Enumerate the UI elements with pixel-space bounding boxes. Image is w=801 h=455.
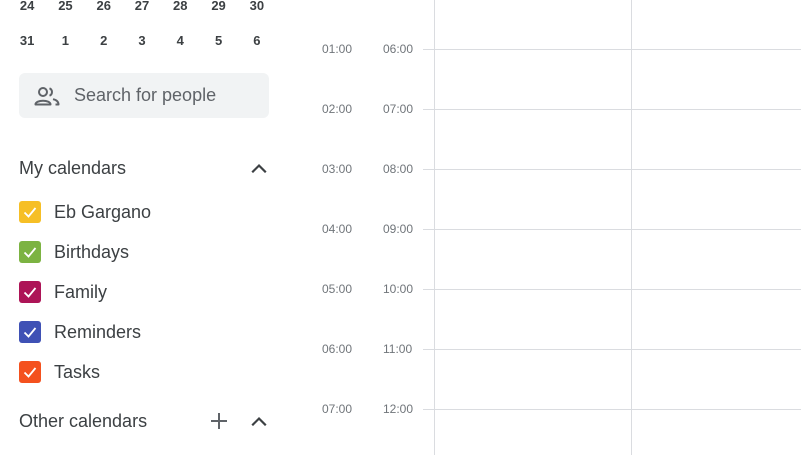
check-icon	[23, 207, 37, 218]
calendar-item-tasks[interactable]: Tasks	[19, 359, 100, 385]
mini-calendar-day[interactable]: 28	[161, 0, 199, 16]
other-calendars-title: Other calendars	[19, 410, 148, 431]
hour-gridline	[423, 229, 801, 230]
check-icon	[23, 247, 37, 258]
search-people-input[interactable]: Search for people	[19, 73, 269, 118]
checkbox[interactable]	[19, 281, 41, 303]
mini-calendar-week: 24 25 26 27 28 29 30	[8, 0, 276, 16]
mini-calendar-day[interactable]: 30	[238, 0, 276, 16]
calendar-item-label: Family	[54, 281, 107, 302]
mini-calendar-week: 31 1 2 3 4 5 6	[8, 31, 276, 51]
calendar-item-label: Tasks	[54, 361, 101, 382]
time-label-secondary: 12:00	[383, 402, 414, 416]
time-label-secondary: 09:00	[383, 222, 414, 236]
other-calendars-header[interactable]: Other calendars	[19, 406, 271, 436]
hour-gridline	[423, 109, 801, 110]
mini-calendar-day[interactable]: 27	[123, 0, 161, 16]
checkbox[interactable]	[19, 201, 41, 223]
plus-icon[interactable]	[207, 409, 231, 433]
time-label-secondary: 08:00	[383, 162, 414, 176]
my-calendars-header[interactable]: My calendars	[19, 153, 271, 183]
mini-calendar-day[interactable]: 26	[85, 0, 123, 16]
hour-gridline	[423, 169, 801, 170]
calendar-item-label: Reminders	[54, 321, 142, 342]
chevron-up-icon[interactable]	[247, 156, 271, 180]
hour-gridline	[423, 49, 801, 50]
day-column-divider	[434, 0, 435, 455]
mini-calendar-day[interactable]: 24	[8, 0, 46, 16]
day-column-divider	[631, 0, 632, 455]
calendar-item-eb-gargano[interactable]: Eb Gargano	[19, 199, 151, 225]
time-label-secondary: 07:00	[383, 102, 414, 116]
hour-gridline	[423, 289, 801, 290]
time-label-primary: 02:00	[322, 102, 353, 116]
calendar-item-family[interactable]: Family	[19, 279, 107, 305]
chevron-up-icon[interactable]	[247, 409, 271, 433]
calendar-item-label: Eb Gargano	[54, 201, 152, 222]
mini-calendar-day[interactable]: 25	[46, 0, 84, 16]
time-label-primary: 06:00	[322, 342, 353, 356]
mini-calendar-day[interactable]: 6	[238, 31, 276, 51]
calendar-app: 24 25 26 27 28 29 30 31 1 2 3 4 5 6 Sear…	[0, 0, 801, 455]
mini-calendar-day[interactable]: 29	[199, 0, 237, 16]
mini-calendar-day[interactable]: 5	[199, 31, 237, 51]
calendar-item-reminders[interactable]: Reminders	[19, 319, 141, 345]
time-label-primary: 04:00	[322, 222, 353, 236]
check-icon	[23, 287, 37, 298]
my-calendars-title: My calendars	[19, 157, 127, 178]
calendar-item-birthdays[interactable]: Birthdays	[19, 239, 129, 265]
check-icon	[23, 367, 37, 378]
mini-calendar-day[interactable]: 2	[85, 31, 123, 51]
check-icon	[23, 327, 37, 338]
time-label-primary: 07:00	[322, 402, 353, 416]
time-label-primary: 05:00	[322, 282, 353, 296]
mini-calendar-day[interactable]: 31	[8, 31, 46, 51]
search-placeholder: Search for people	[74, 85, 217, 105]
people-icon	[34, 86, 60, 105]
calendar-item-label: Birthdays	[54, 241, 130, 262]
hour-gridline	[423, 349, 801, 350]
mini-calendar-day[interactable]: 1	[46, 31, 84, 51]
mini-calendar-day[interactable]: 4	[161, 31, 199, 51]
hour-gridline	[423, 409, 801, 410]
time-label-secondary: 10:00	[383, 282, 414, 296]
time-label-secondary: 06:00	[383, 42, 414, 56]
time-label-primary: 01:00	[322, 42, 353, 56]
mini-calendar-day[interactable]: 3	[123, 31, 161, 51]
time-label-primary: 03:00	[322, 162, 353, 176]
checkbox[interactable]	[19, 361, 41, 383]
checkbox[interactable]	[19, 241, 41, 263]
time-label-secondary: 11:00	[383, 342, 413, 356]
checkbox[interactable]	[19, 321, 41, 343]
